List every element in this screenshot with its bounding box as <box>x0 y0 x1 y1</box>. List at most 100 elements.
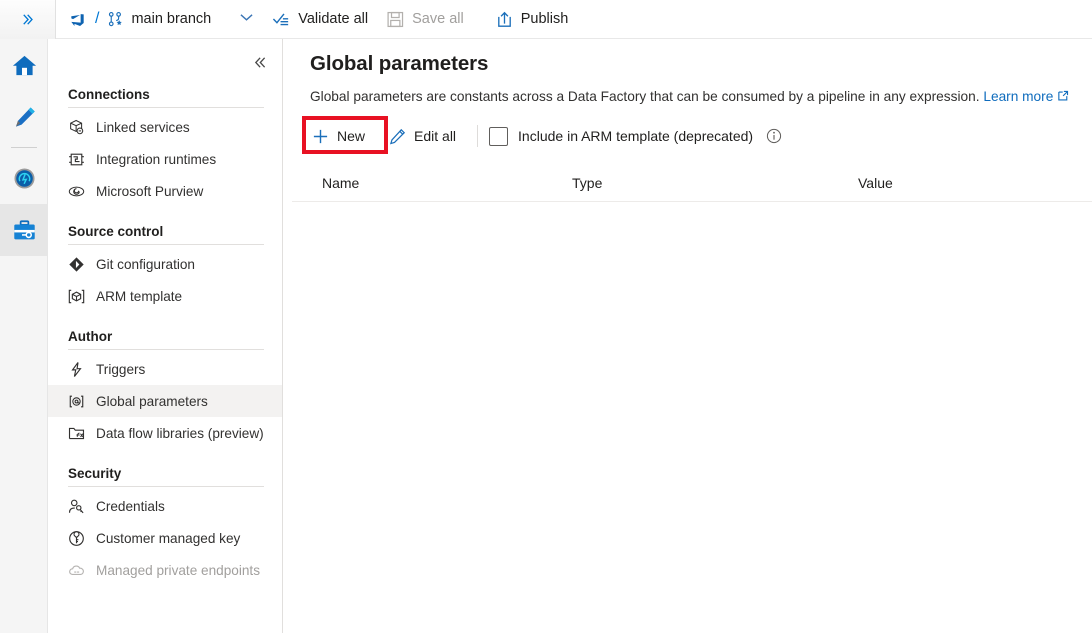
rail-item-author[interactable] <box>0 91 48 143</box>
publish-button[interactable]: Publish <box>486 0 578 39</box>
sidebar-label: Global parameters <box>96 394 208 409</box>
sidebar-label: Data flow libraries (preview) <box>96 426 264 441</box>
data-flow-library-icon <box>68 425 85 442</box>
expand-rail-button[interactable] <box>0 0 55 39</box>
sidebar-nav: Connections Linked services <box>48 39 282 586</box>
integration-runtime-icon <box>68 151 85 168</box>
cloud-link-icon <box>68 562 85 579</box>
new-button[interactable]: New <box>300 119 377 153</box>
publish-upload-icon <box>495 10 514 29</box>
nav-gap <box>48 449 282 460</box>
parameters-table-body <box>284 202 1092 582</box>
parameters-table-header: Name Type Value <box>292 164 1092 202</box>
sidebar-item-data-flow-libraries[interactable]: Data flow libraries (preview) <box>48 417 282 449</box>
rail-item-monitor[interactable] <box>0 152 48 204</box>
save-all-label: Save all <box>412 11 464 27</box>
arm-template-icon <box>68 288 85 305</box>
sidebar-item-git-configuration[interactable]: Git configuration <box>48 248 282 280</box>
section-title-source-control: Source control <box>48 224 282 244</box>
sidebar-label: Managed private endpoints <box>96 563 260 578</box>
section-title-security: Security <box>48 466 282 486</box>
credentials-person-key-icon <box>68 498 85 515</box>
lightning-bolt-icon <box>68 361 85 378</box>
validate-all-button[interactable]: Validate all <box>263 0 377 39</box>
sidebar-item-integration-runtimes[interactable]: Integration runtimes <box>48 143 282 175</box>
publish-label: Publish <box>521 11 569 27</box>
git-icon <box>68 256 85 273</box>
section-title-author: Author <box>48 329 282 349</box>
sidebar-label: Linked services <box>96 120 190 135</box>
new-label: New <box>337 128 365 144</box>
git-branch-star-icon <box>107 11 124 28</box>
top-toolbar: / main branch Validate all <box>0 0 1092 39</box>
include-in-arm-template-checkbox[interactable]: Include in ARM template (deprecated) <box>487 127 753 146</box>
purview-icon <box>68 183 85 200</box>
page-description-text: Global parameters are constants across a… <box>310 89 980 104</box>
sidebar-label: Credentials <box>96 499 165 514</box>
key-icon <box>68 530 85 547</box>
collapse-sidebar-button[interactable] <box>246 48 274 76</box>
sidebar-label: Triggers <box>96 362 145 377</box>
column-header-type: Type <box>572 175 858 191</box>
sidebar-item-linked-services[interactable]: Linked services <box>48 111 282 143</box>
section-rule <box>68 244 264 245</box>
sidebar-label: Integration runtimes <box>96 152 216 167</box>
sidebar-item-triggers[interactable]: Triggers <box>48 353 282 385</box>
info-circle-icon[interactable] <box>766 128 782 144</box>
column-header-name: Name <box>292 175 572 191</box>
sidebar-item-customer-managed-key[interactable]: Customer managed key <box>48 522 282 554</box>
azure-devops-logo-icon <box>68 10 87 29</box>
pencil-icon <box>11 104 38 131</box>
branch-name-label: main branch <box>131 11 211 27</box>
sidebar-item-global-parameters[interactable]: Global parameters <box>48 385 282 417</box>
nav-gap <box>48 312 282 323</box>
sidebar-label: Microsoft Purview <box>96 184 203 199</box>
validate-all-label: Validate all <box>298 11 368 27</box>
sidebar-item-arm-template[interactable]: ARM template <box>48 280 282 312</box>
learn-more-label: Learn more <box>983 89 1053 104</box>
manage-sidebar: Connections Linked services <box>48 39 283 633</box>
edit-all-label: Edit all <box>414 128 456 144</box>
rail-item-manage[interactable] <box>0 204 48 256</box>
double-chevron-right-icon <box>20 12 35 27</box>
double-chevron-left-icon <box>253 55 268 70</box>
rail-divider <box>11 147 37 148</box>
page-title: Global parameters <box>284 39 1092 76</box>
checkbox-box[interactable] <box>489 127 508 146</box>
sidebar-label: Customer managed key <box>96 531 240 546</box>
section-rule <box>68 486 264 487</box>
column-header-value: Value <box>858 175 1092 191</box>
rail-item-home[interactable] <box>0 39 48 91</box>
toolbar-separator <box>477 125 478 147</box>
branch-selector[interactable]: / main branch <box>56 0 263 39</box>
nav-gap <box>48 207 282 218</box>
pencil-edit-icon <box>389 128 406 145</box>
page-description: Global parameters are constants across a… <box>284 76 1092 105</box>
sidebar-item-credentials[interactable]: Credentials <box>48 490 282 522</box>
main-content: Global parameters Global parameters are … <box>284 39 1092 633</box>
validate-check-icon <box>272 10 291 29</box>
section-rule <box>68 349 264 350</box>
sidebar-label: ARM template <box>96 289 182 304</box>
global-parameters-icon <box>68 393 85 410</box>
toolbox-icon <box>11 217 38 244</box>
learn-more-link[interactable]: Learn more <box>983 89 1069 104</box>
app-root: / main branch Validate all <box>0 0 1092 633</box>
external-link-icon <box>1057 90 1069 105</box>
sidebar-label: Git configuration <box>96 257 195 272</box>
section-title-connections: Connections <box>48 87 282 107</box>
plus-icon <box>312 128 329 145</box>
checkbox-label: Include in ARM template (deprecated) <box>518 128 753 144</box>
left-icon-rail <box>0 39 48 633</box>
save-all-button[interactable]: Save all <box>377 0 473 39</box>
save-floppy-icon <box>386 10 405 29</box>
monitor-gauge-icon <box>11 165 38 192</box>
home-icon <box>11 52 38 79</box>
breadcrumb-separator: / <box>95 10 99 28</box>
section-rule <box>68 107 264 108</box>
sidebar-item-managed-private-endpoints[interactable]: Managed private endpoints <box>48 554 282 586</box>
sidebar-item-microsoft-purview[interactable]: Microsoft Purview <box>48 175 282 207</box>
linked-services-icon <box>68 119 85 136</box>
edit-all-button[interactable]: Edit all <box>377 119 468 153</box>
chevron-down-icon[interactable] <box>240 13 253 25</box>
